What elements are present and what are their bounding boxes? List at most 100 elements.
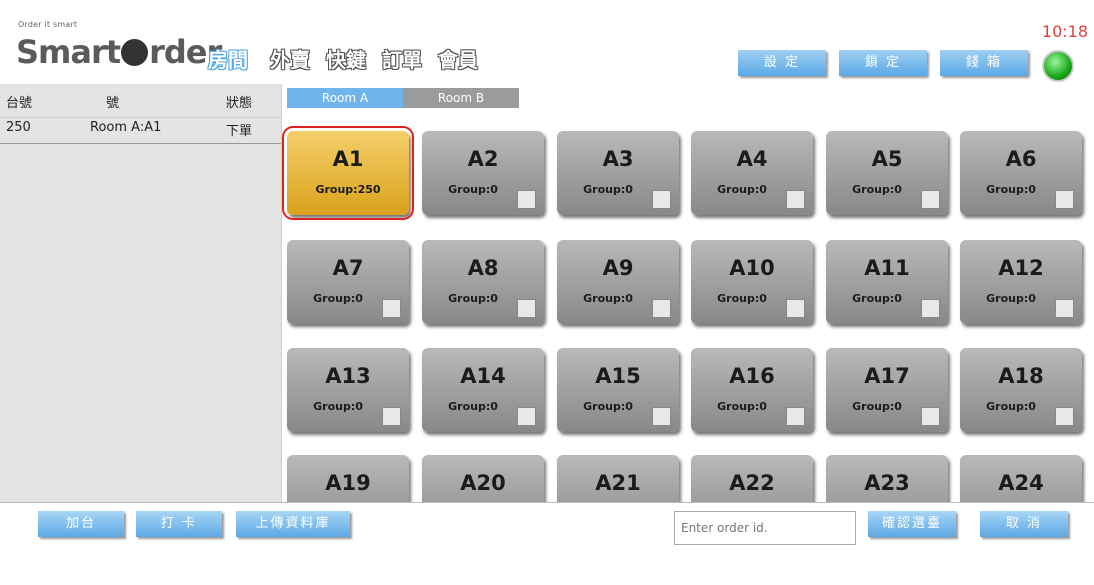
table-name: A9 (602, 256, 634, 280)
table-name: A16 (729, 364, 775, 388)
table-name: A17 (864, 364, 910, 388)
settings-button[interactable]: 設 定 (738, 50, 826, 76)
table-name: A1 (332, 147, 364, 171)
table-name: A20 (460, 471, 506, 495)
tab-room-b[interactable]: Room B (403, 88, 519, 108)
table-name: A24 (998, 471, 1044, 495)
column-header-table: 台號 (6, 96, 33, 111)
table-checkbox[interactable] (382, 299, 401, 318)
table-name: A15 (595, 364, 641, 388)
table-a8[interactable]: A8 Group:0 (422, 240, 544, 324)
divider (0, 117, 281, 118)
table-a12[interactable]: A12 Group:0 (960, 240, 1082, 324)
table-checkbox[interactable] (517, 299, 536, 318)
clock: 10:18 (1041, 22, 1088, 41)
table-checkbox[interactable] (382, 407, 401, 426)
header: Order it smart Smart rder 房間 外賣 快鍵 訂單 會員 … (0, 0, 1094, 84)
nav-tab-members[interactable]: 會員 (436, 44, 480, 73)
table-checkbox[interactable] (652, 299, 671, 318)
table-checkbox[interactable] (517, 190, 536, 209)
table-checkbox[interactable] (921, 299, 940, 318)
table-a23[interactable]: A23 (826, 455, 948, 502)
bottom-bar: 加台 打 卡 上傳資料庫 確認選臺 取 消 (0, 502, 1094, 585)
table-a17[interactable]: A17 Group:0 (826, 348, 948, 432)
room-tabs: Room A Room B (287, 88, 519, 108)
main-nav: 房間 外賣 快鍵 訂單 會員 (206, 44, 480, 73)
table-name: A12 (998, 256, 1044, 280)
order-row-status: 下單 (226, 124, 253, 139)
table-checkbox[interactable] (1055, 299, 1074, 318)
table-checkbox[interactable] (652, 407, 671, 426)
table-checkbox[interactable] (921, 407, 940, 426)
table-name: A7 (332, 256, 364, 280)
nav-tab-orders[interactable]: 訂單 (380, 44, 424, 73)
brand-logo: Smart rder (16, 33, 222, 71)
orders-panel: 台號 號 狀態 250 Room A:A1 下單 (0, 84, 282, 502)
add-table-button[interactable]: 加台 (38, 511, 124, 537)
table-a9[interactable]: A9 Group:0 (557, 240, 679, 324)
table-checkbox[interactable] (786, 190, 805, 209)
table-checkbox[interactable] (921, 190, 940, 209)
table-a2[interactable]: A2 Group:0 (422, 131, 544, 215)
table-a15[interactable]: A15 Group:0 (557, 348, 679, 432)
table-a18[interactable]: A18 Group:0 (960, 348, 1082, 432)
table-name: A10 (729, 256, 775, 280)
table-name: A5 (871, 147, 903, 171)
table-checkbox[interactable] (517, 407, 536, 426)
fingerprint-icon (121, 39, 149, 66)
table-a5[interactable]: A5 Group:0 (826, 131, 948, 215)
table-name: A13 (325, 364, 371, 388)
table-name: A8 (467, 256, 499, 280)
table-a3[interactable]: A3 Group:0 (557, 131, 679, 215)
table-a24[interactable]: A24 (960, 455, 1082, 502)
brand-name-left: Smart (16, 33, 121, 71)
table-name: A6 (1005, 147, 1037, 171)
table-checkbox[interactable] (1055, 407, 1074, 426)
table-a20[interactable]: A20 (422, 455, 544, 502)
table-name: A23 (864, 471, 910, 495)
column-header-status: 狀態 (226, 96, 253, 111)
table-a4[interactable]: A4 Group:0 (691, 131, 813, 215)
table-name: A3 (602, 147, 634, 171)
order-id-input[interactable] (674, 511, 856, 545)
table-a1[interactable]: A1 Group:250 (282, 126, 414, 220)
table-a13[interactable]: A13 Group:0 (287, 348, 409, 432)
lock-button[interactable]: 鎖 定 (839, 50, 927, 76)
table-a22[interactable]: A22 (691, 455, 813, 502)
nav-tab-hotkeys[interactable]: 快鍵 (324, 44, 368, 73)
table-checkbox[interactable] (786, 299, 805, 318)
table-a11[interactable]: A11 Group:0 (826, 240, 948, 324)
table-a10[interactable]: A10 Group:0 (691, 240, 813, 324)
table-checkbox[interactable] (786, 407, 805, 426)
nav-tab-takeout[interactable]: 外賣 (268, 44, 312, 73)
tab-room-a[interactable]: Room A (287, 88, 403, 108)
table-name: A21 (595, 471, 641, 495)
cancel-button[interactable]: 取 消 (980, 511, 1068, 537)
table-name: A22 (729, 471, 775, 495)
table-name: A19 (325, 471, 371, 495)
table-a7[interactable]: A7 Group:0 (287, 240, 409, 324)
status-indicator-icon (1042, 50, 1074, 82)
table-name: A11 (864, 256, 910, 280)
nav-group: 外賣 快鍵 訂單 會員 (268, 44, 480, 73)
table-checkbox[interactable] (652, 190, 671, 209)
order-row-number: Room A:A1 (90, 120, 162, 135)
table-name: A4 (736, 147, 768, 171)
table-name: A2 (467, 147, 499, 171)
table-a6[interactable]: A6 Group:0 (960, 131, 1082, 215)
table-a16[interactable]: A16 Group:0 (691, 348, 813, 432)
table-a19[interactable]: A19 (287, 455, 409, 502)
table-a14[interactable]: A14 Group:0 (422, 348, 544, 432)
column-header-number: 號 (106, 96, 120, 111)
table-name: A18 (998, 364, 1044, 388)
upload-database-button[interactable]: 上傳資料庫 (236, 511, 350, 537)
punch-card-button[interactable]: 打 卡 (136, 511, 222, 537)
brand-tagline: Order it smart (18, 20, 78, 29)
table-grid: A1 Group:250 A2 Group:0 A3 Group:0 A4 Group:0 A5… (281, 110, 1094, 502)
table-a21[interactable]: A21 (557, 455, 679, 502)
cashbox-button[interactable]: 錢 箱 (940, 50, 1028, 76)
order-row-table: 250 (6, 120, 31, 135)
table-checkbox[interactable] (1055, 190, 1074, 209)
nav-tab-rooms[interactable]: 房間 (206, 44, 250, 73)
confirm-table-button[interactable]: 確認選臺 (868, 511, 956, 537)
